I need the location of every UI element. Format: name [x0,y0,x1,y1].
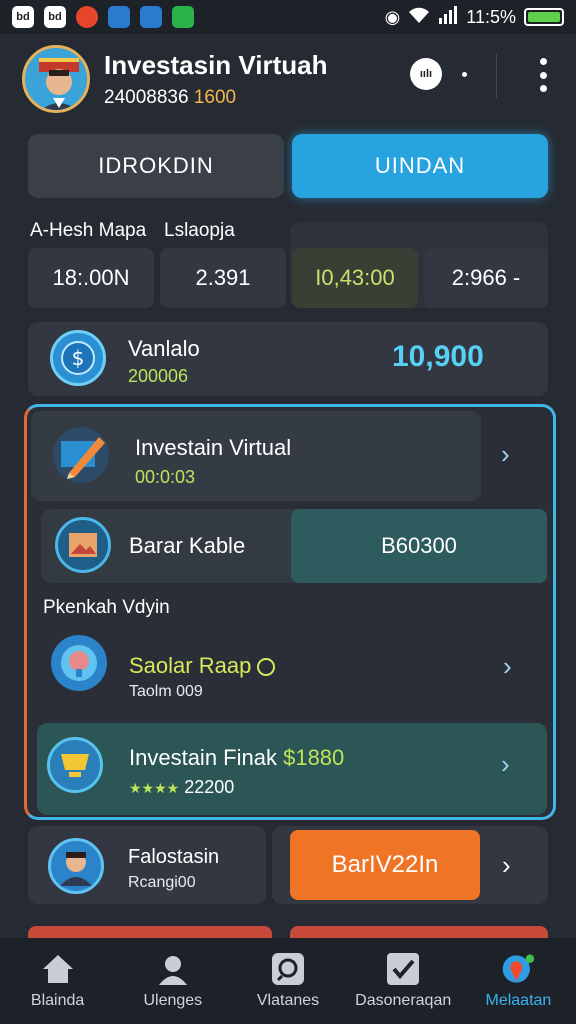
stat-label-1: A-Hesh Mapa [30,220,147,241]
item1-title: Investain Virtual [135,435,292,460]
item4-amount: $1880 [283,745,345,770]
app-icon-green [172,6,194,28]
nav-item-tasks[interactable]: Dasoneraqan [346,938,461,1024]
nav-item-map[interactable]: Melaatan [461,938,576,1024]
featured-item-virtual[interactable]: Investain Virtual 00:0:03 [31,411,481,501]
profile-avatar-icon [48,838,104,894]
nav-item-home[interactable]: Blainda [0,938,115,1024]
bottom-nav: Blainda Ulenges Vlatanes Dasoneraqan Mel… [0,938,576,1024]
chevron-right-icon[interactable]: › [501,749,510,780]
app-subtitle: 24008836 1600 [104,87,328,109]
stat-value-2: 2.391 [160,248,286,308]
featured-item-finak[interactable]: Investain Finak $1880 ★★★★ 22200 › [37,723,547,815]
chevron-right-icon[interactable]: › [502,850,511,881]
nav-label-map: Melaatan [485,992,552,1009]
balance-amount: 10,900 [392,340,484,373]
more-menu-icon[interactable] [538,58,548,92]
item4-sub: ★★★★ 22200 [129,777,234,798]
stat-value-1: 18:.00N [28,248,154,308]
balance-title: Vanlalo [128,336,200,361]
search-icon [271,952,305,986]
image-icon [55,517,111,573]
app-icon-bd: bd [12,6,34,28]
stat-value-4: 2:966 - [424,248,548,308]
camera-icon: ◉ [384,6,401,27]
item2-title: Barar Kable [129,533,246,558]
stat-value-3: I0,43:00 [292,248,418,308]
battery-icon [524,8,564,26]
item3-title[interactable]: Saolar Raap [129,653,276,679]
home-icon [41,952,75,986]
nav-item-profile[interactable]: Ulenges [115,938,230,1024]
tab-uindan[interactable]: UINDAN [292,134,548,198]
signal-icon [438,5,458,29]
map-pin-icon [501,952,535,986]
item4-sub-value: 22200 [184,777,235,797]
app-icon-blue [108,6,130,28]
svg-text:$: $ [72,346,85,370]
app-icon-orange [76,6,98,28]
app-header: Investasin Virtuah 24008836 1600 ıılı [0,34,576,124]
subtitle-highlight: 1600 [193,86,237,108]
item1-sub: 00:0:03 [135,467,196,487]
nav-label-home: Blainda [30,992,85,1009]
bottom-card[interactable]: Falostasin Rcangi00 [28,826,266,904]
chevron-right-icon[interactable]: › [501,439,510,470]
nav-label-search: Vlatanes [256,992,320,1009]
featured-panel: Investain Virtual 00:0:03 › Barar Kable … [24,404,556,820]
item2-value: B60300 [291,509,547,583]
header-divider [496,54,497,98]
chevron-right-icon[interactable]: › [503,651,512,682]
app-icon-shield [140,6,162,28]
app-icon-bd2: bd [44,6,66,28]
stat-label-2: Lslaopja [164,220,235,241]
nav-label-profile: Ulenges [143,992,203,1009]
orange-action-button[interactable]: BarIV22In [290,830,480,900]
bottom-card-sub: Rcangi00 [128,874,196,891]
profile-icon [156,952,190,986]
tab-idrokdin[interactable]: IDROKDIN [28,134,284,198]
nav-label-tasks: Dasoneraqan [355,992,452,1009]
subtitle-number: 24008836 [104,86,189,108]
pencil-icon [53,427,109,483]
balance-card[interactable]: $ Vanlalo 200006 10,900 [28,322,548,396]
status-bar: bd bd ◉ 11:5% [0,0,576,34]
chat-icon[interactable]: ıılı [410,58,442,90]
wifi-icon [408,6,430,29]
avatar[interactable] [22,45,90,113]
indicator-dot [462,72,467,77]
rating-stars: ★★★★ [129,780,180,796]
app-title: Investasin Virtuah [104,49,328,80]
item4-title-text: Investain Finak [129,745,277,770]
section-label: Pkenkah Vdyin [43,597,170,618]
clock-text: 11:5% [466,6,516,27]
item3-sub: Taolm 009 [129,683,203,700]
item4-title: Investain Finak $1880 [129,745,344,771]
trophy-icon [47,737,103,793]
coin-icon [257,658,276,677]
balance-sub: 200006 [128,366,189,386]
nav-item-search[interactable]: Vlatanes [230,938,345,1024]
featured-item-barar[interactable]: Barar Kable B60300 [41,509,547,583]
checkbox-icon [386,952,420,986]
dollar-icon: $ [50,330,106,386]
item3-title-text: Saolar Raap [129,653,252,678]
partial-card-left [28,926,272,938]
brain-icon [51,635,107,691]
bottom-card-title: Falostasin [128,846,220,868]
partial-card-right [290,926,548,938]
